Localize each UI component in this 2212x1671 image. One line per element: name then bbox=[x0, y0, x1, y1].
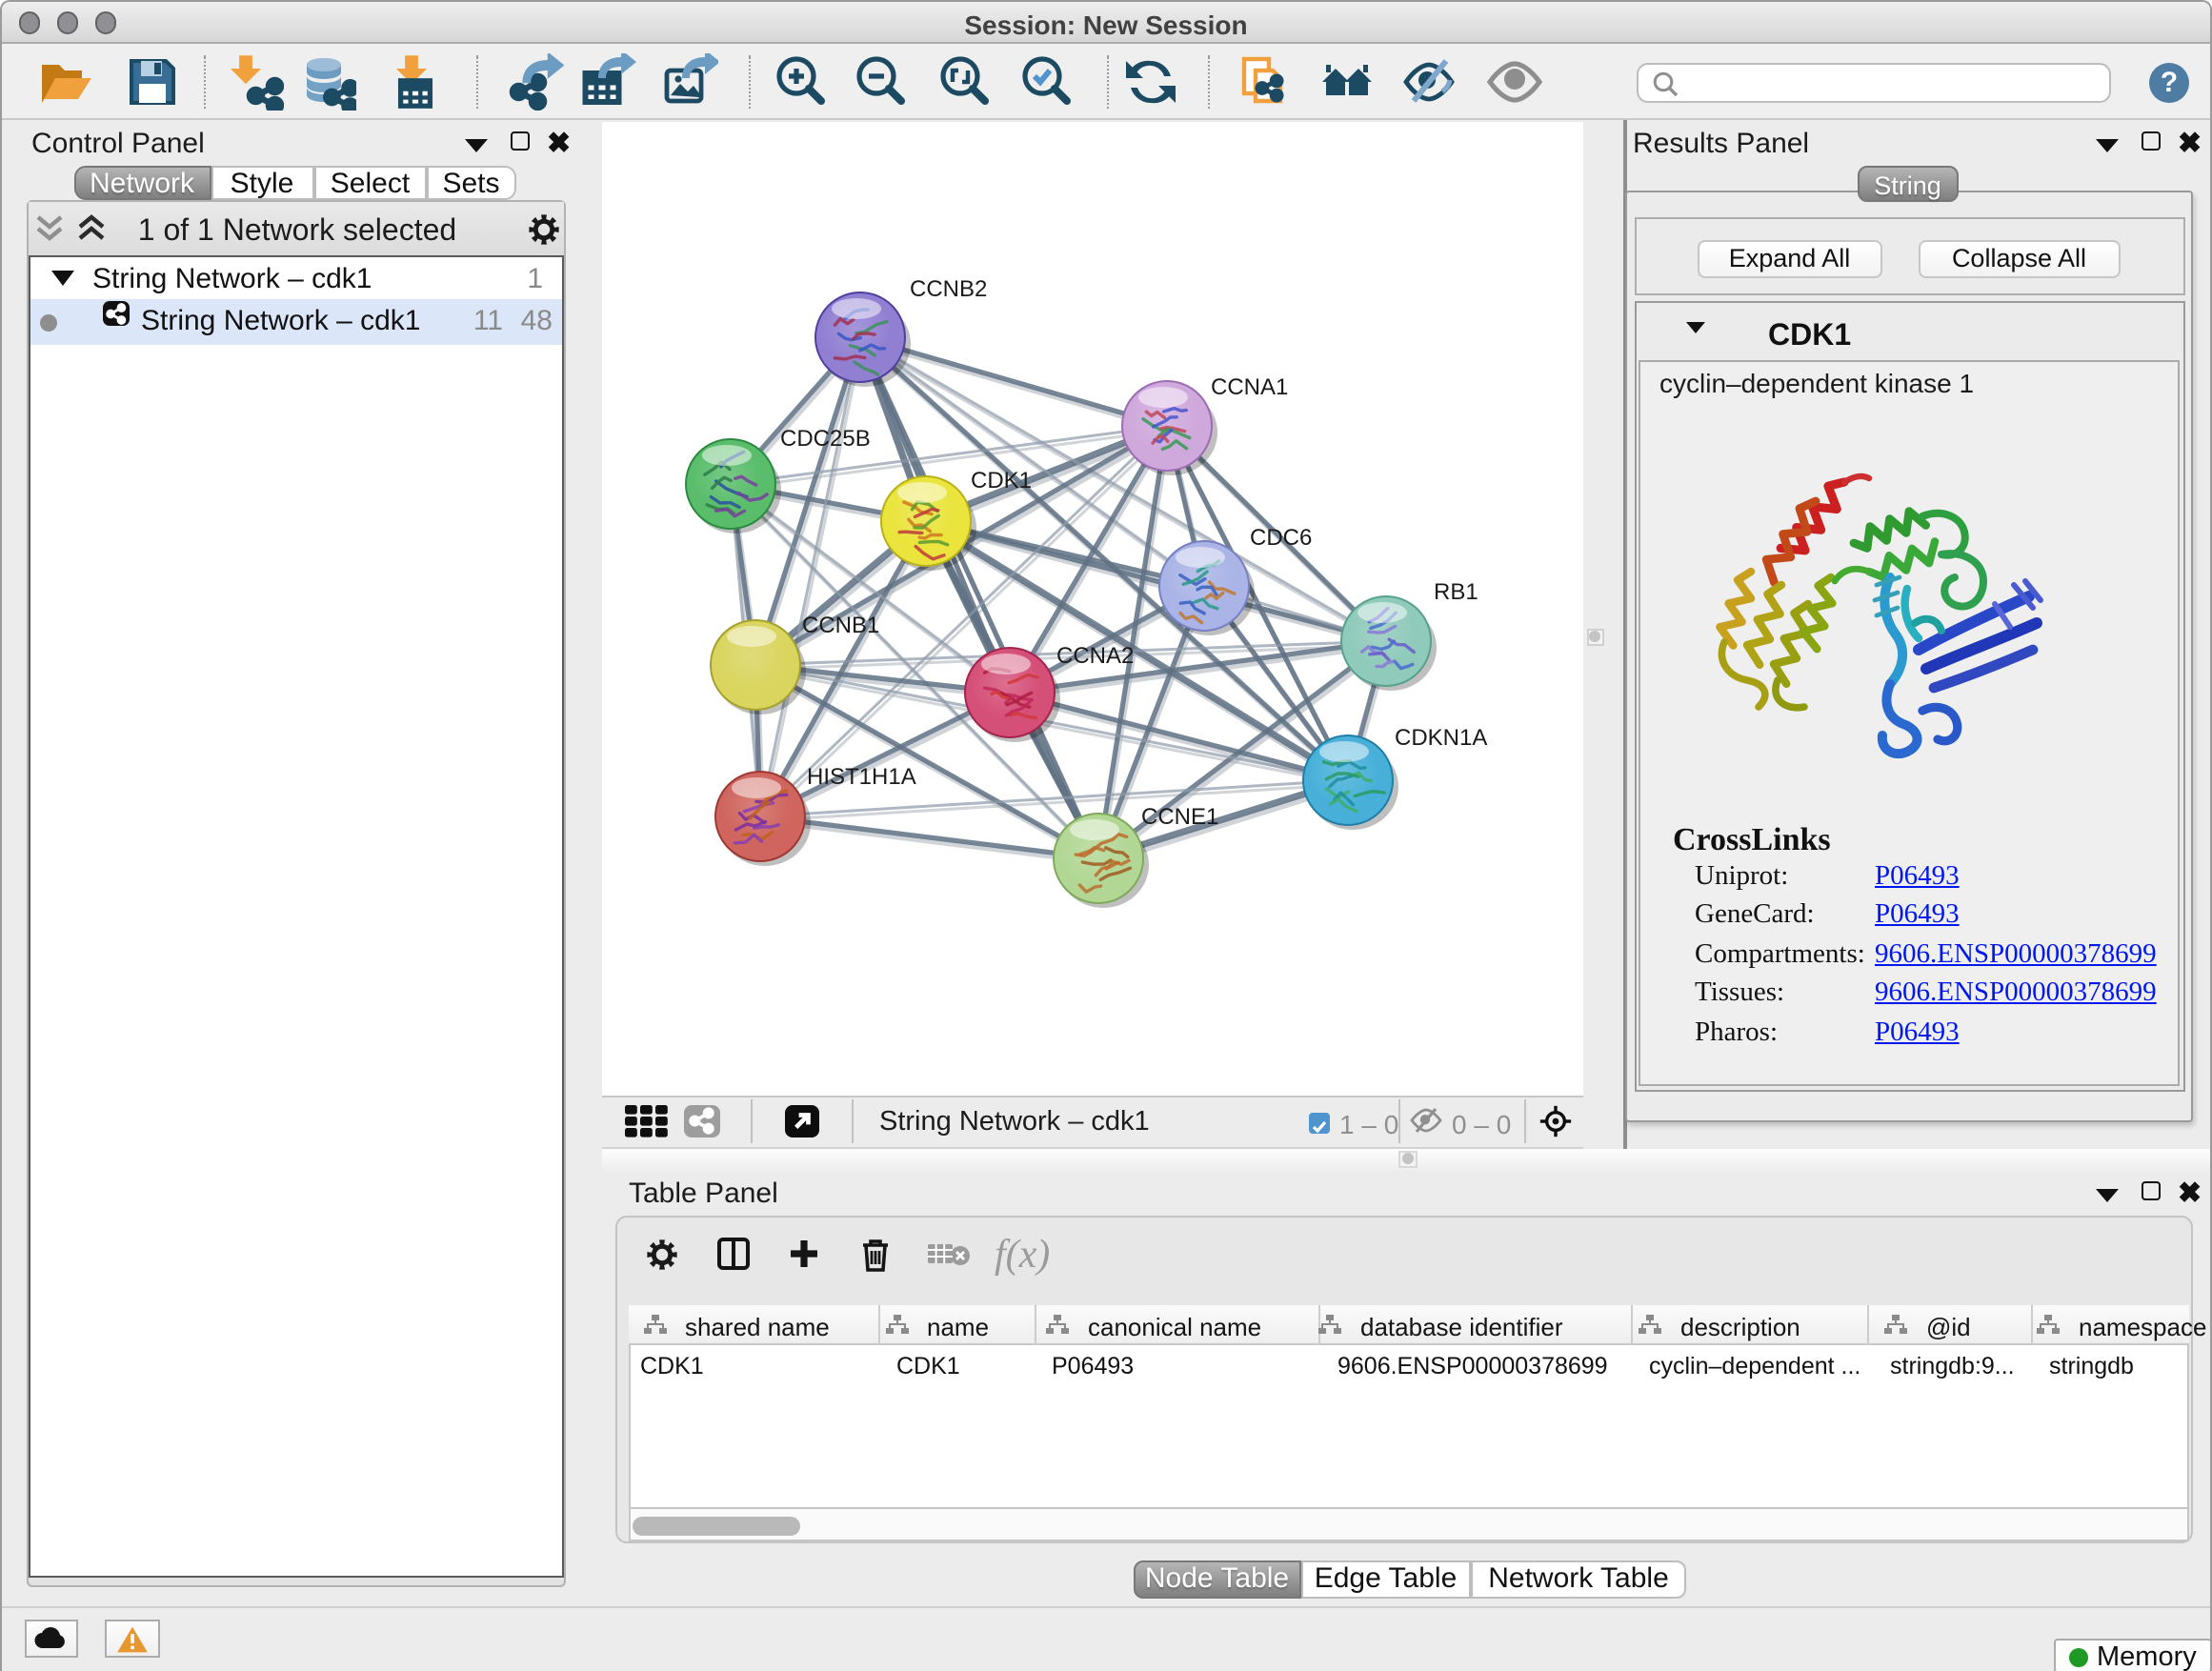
svg-text:CCNA2: CCNA2 bbox=[1056, 643, 1134, 669]
svg-text:CCNB1: CCNB1 bbox=[802, 613, 879, 638]
svg-text:CDC25B: CDC25B bbox=[780, 426, 871, 452]
svg-text:CCNB2: CCNB2 bbox=[910, 276, 987, 302]
svg-text:CDKN1A: CDKN1A bbox=[1395, 725, 1487, 751]
svg-text:CDC6: CDC6 bbox=[1250, 525, 1312, 551]
svg-text:HIST1H1A: HIST1H1A bbox=[807, 764, 916, 790]
svg-text:RB1: RB1 bbox=[1434, 579, 1478, 605]
svg-text:CCNA1: CCNA1 bbox=[1211, 374, 1288, 400]
svg-text:CDK1: CDK1 bbox=[971, 468, 1032, 493]
svg-text:CCNE1: CCNE1 bbox=[1141, 804, 1218, 830]
